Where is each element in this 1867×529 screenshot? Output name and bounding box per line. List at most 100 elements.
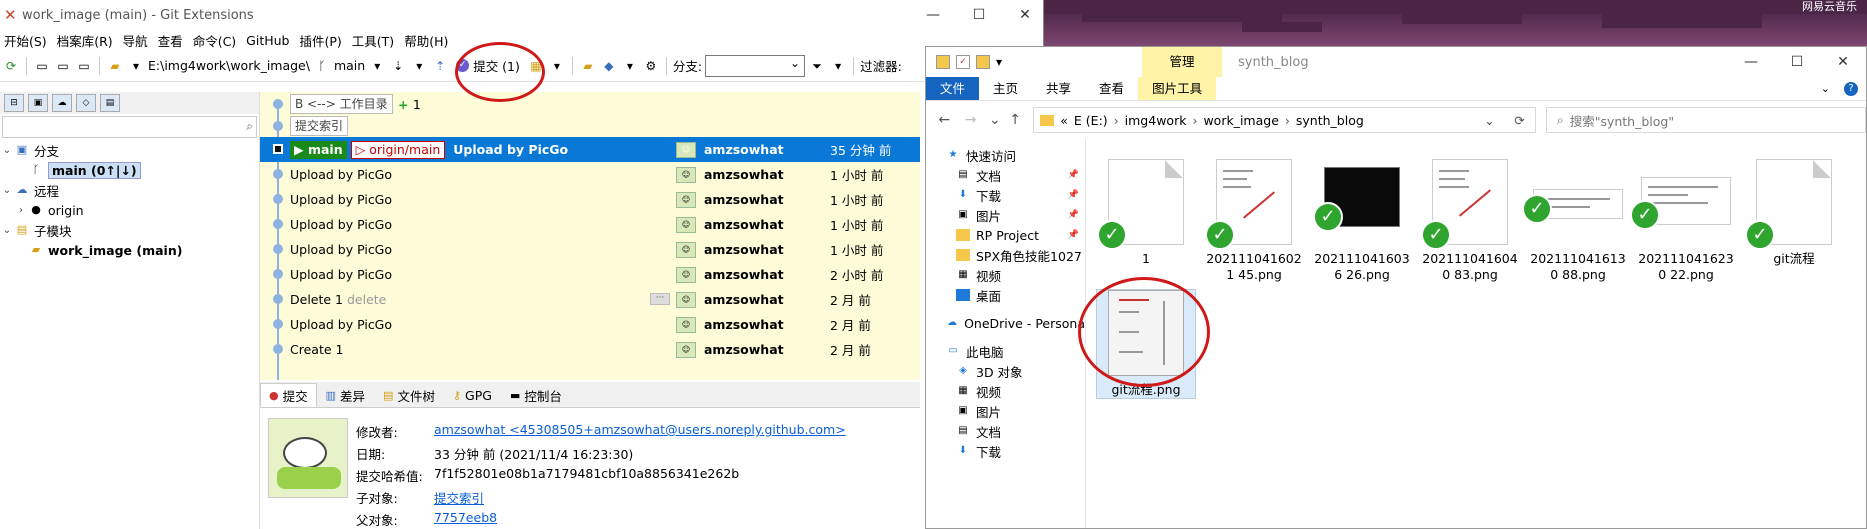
tree-branches[interactable]: ⌄ ▣ 分支 xyxy=(0,140,259,160)
tree-remote-origin[interactable]: › ● origin xyxy=(0,200,259,220)
tree-remotes[interactable]: ⌄ ☁ 远程 xyxy=(0,180,259,200)
nav-downloads[interactable]: ⬇ 下载 xyxy=(926,441,1085,461)
menu-navigate[interactable]: 导航 xyxy=(121,31,156,50)
folder-icon[interactable] xyxy=(936,55,950,69)
layout-3-icon[interactable]: ▭ xyxy=(75,58,93,74)
nav-documents[interactable]: ▤ 文档 xyxy=(926,421,1085,441)
nav-desktop[interactable]: 桌面 xyxy=(926,285,1085,305)
menu-plugins[interactable]: 插件(P) xyxy=(298,31,350,50)
minimize-icon[interactable]: — xyxy=(910,7,956,23)
refresh-icon[interactable]: ⟳ xyxy=(2,58,20,74)
nav-videos[interactable]: ▦ 视频 xyxy=(926,381,1085,401)
address-bar[interactable]: « E (E:) › img4work › work_image › synth… xyxy=(1033,107,1536,133)
chevron-down-icon[interactable]: ⌄ xyxy=(1484,113,1494,128)
gear-icon[interactable]: ⚙ xyxy=(642,58,660,74)
show-submodules-icon[interactable]: ▤ xyxy=(100,94,120,112)
address-segment[interactable]: work_image xyxy=(1203,113,1278,128)
tab-diff[interactable]: ▥ 差异 xyxy=(317,383,374,407)
folder-open-icon[interactable]: ▰ xyxy=(106,58,124,74)
commit-row[interactable]: Upload by PicGo ☺ amzsowhat 2 月 前 xyxy=(260,312,920,337)
branch-filter-combo[interactable] xyxy=(705,54,806,77)
nav-videos[interactable]: ▦ 视频 xyxy=(926,265,1085,285)
menu-help[interactable]: 帮助(H) xyxy=(402,31,456,50)
collapse-icon[interactable]: ⊟ xyxy=(4,94,24,112)
push-icon[interactable]: ⇡ xyxy=(431,58,449,74)
tab-commit[interactable]: ● 提交 xyxy=(260,383,317,407)
detail-parent-link[interactable]: 7757eeb8 xyxy=(434,510,497,529)
help-icon[interactable]: ? xyxy=(1844,81,1858,96)
file-item[interactable]: ✓ 1 xyxy=(1096,159,1196,267)
chevron-down-icon[interactable]: ▾ xyxy=(829,58,847,74)
branch-tag[interactable]: ▶ main xyxy=(290,140,347,159)
address-segment[interactable]: synth_blog xyxy=(1296,113,1364,128)
detail-author-link[interactable]: amzsowhat <45308505+amzsowhat@users.nore… xyxy=(434,422,846,442)
commit-row[interactable]: Create 1 ☺ amzsowhat 2 月 前 xyxy=(260,337,920,362)
maximize-icon[interactable]: ☐ xyxy=(956,7,1002,23)
maximize-icon[interactable]: ☐ xyxy=(1774,54,1820,70)
forward-arrow-icon[interactable]: → xyxy=(962,112,978,128)
current-branch[interactable]: main xyxy=(334,58,365,73)
nav-documents[interactable]: ▤ 文档 📌 xyxy=(926,165,1085,185)
explorer-search-input[interactable]: ⌕ 搜索"synth_blog" xyxy=(1545,107,1866,133)
chevron-down-icon[interactable]: ⌄ xyxy=(0,185,14,196)
nav-downloads[interactable]: ⬇ 下载 📌 xyxy=(926,185,1085,205)
file-item[interactable]: ✓ 2021110416021 45.png xyxy=(1204,159,1304,283)
commit-row[interactable]: Upload by PicGo ☺ amzsowhat 1 小时 前 xyxy=(260,237,920,262)
detail-child-link[interactable]: 提交索引 xyxy=(434,488,484,508)
menu-commands[interactable]: 命令(C) xyxy=(191,31,244,50)
address-segment[interactable]: img4work xyxy=(1125,113,1187,128)
tree-search-input[interactable]: ⌕ xyxy=(2,116,257,138)
tab-console[interactable]: ▬ 控制台 xyxy=(501,383,571,407)
menu-start[interactable]: 开始(S) xyxy=(2,31,55,50)
index-row[interactable]: 提交索引 xyxy=(260,114,920,139)
fetch-icon[interactable]: ⇣ xyxy=(389,58,407,74)
tab-gpg[interactable]: ⚷ GPG xyxy=(444,383,501,407)
close-icon[interactable]: ✕ xyxy=(1820,54,1866,70)
properties-icon[interactable]: ✓ xyxy=(956,55,970,69)
commit-row[interactable]: ▶ main ▷ origin/main Upload by PicGo ☺ amz… xyxy=(260,137,920,162)
commit-row[interactable]: Upload by PicGo ☺ amzsowhat 1 小时 前 xyxy=(260,162,920,187)
chevron-right-icon[interactable]: › xyxy=(14,205,28,216)
commit-row[interactable]: Upload by PicGo ☺ amzsowhat 1 小时 前 xyxy=(260,212,920,237)
desktop-app-label[interactable]: 网易云音乐 xyxy=(1802,0,1857,14)
commit-row[interactable]: Upload by PicGo ☺ amzsowhat 1 小时 前 xyxy=(260,187,920,212)
commit-row[interactable]: Upload by PicGo ☺ amzsowhat 2 小时 前 xyxy=(260,262,920,287)
file-item-selected[interactable]: git流程.png xyxy=(1096,289,1196,399)
tab-file-tree[interactable]: ▤ 文件树 xyxy=(374,383,444,407)
file-item[interactable]: ✓ 2021110416230 22.png xyxy=(1630,159,1736,283)
layout-1-icon[interactable]: ▭ xyxy=(33,58,51,74)
close-icon[interactable]: ✕ xyxy=(1002,7,1043,23)
file-item[interactable]: ✓ 2021110416036 26.png xyxy=(1312,159,1412,283)
ribbon-tab-share[interactable]: 共享 xyxy=(1032,77,1085,100)
ribbon-tab-file[interactable]: 文件 xyxy=(926,77,980,100)
repo-path[interactable]: E:\img4work\work_image\ xyxy=(148,58,310,73)
tree-branch-main[interactable]: ᚴ main (0↑|↓) xyxy=(0,160,259,180)
chevron-down-icon[interactable]: ▾ xyxy=(548,58,566,74)
show-remotes-icon[interactable]: ☁ xyxy=(52,94,72,112)
chevron-down-icon[interactable]: ⌄ xyxy=(989,112,1001,128)
commit-button[interactable]: ✓ 提交 (1) xyxy=(452,56,524,75)
nav-pictures[interactable]: ▣ 图片 xyxy=(926,401,1085,421)
nav-3d-objects[interactable]: ◈ 3D 对象 xyxy=(926,361,1085,381)
commit-row[interactable]: Delete 1 delete ··· ☺ amzsowhat 2 月 前 xyxy=(260,287,920,312)
chevron-down-icon[interactable]: ▾ xyxy=(368,58,386,74)
tree-submodules[interactable]: ⌄ ▤ 子模块 xyxy=(0,220,259,240)
layout-2-icon[interactable]: ▭ xyxy=(54,58,72,74)
ribbon-tab-view[interactable]: 查看 xyxy=(1085,77,1138,100)
filter-icon[interactable]: ⏷ xyxy=(808,58,826,74)
stash-icon[interactable]: ▦ xyxy=(527,58,545,74)
tree-submodule-item[interactable]: ▰ work_image (main) xyxy=(0,240,259,260)
nav-pictures[interactable]: ▣ 图片 📌 xyxy=(926,205,1085,225)
chevron-down-icon[interactable]: ⌄ xyxy=(1821,82,1830,95)
chevron-down-icon[interactable]: ▾ xyxy=(996,55,1002,69)
new-folder-icon[interactable] xyxy=(976,55,990,69)
nav-this-pc[interactable]: ▭ 此电脑 xyxy=(926,341,1085,361)
more-info-icon[interactable]: ··· xyxy=(650,293,670,305)
address-drive[interactable]: E (E:) xyxy=(1074,113,1108,128)
menu-repository[interactable]: 档案库(R) xyxy=(55,31,121,50)
nav-rp-project[interactable]: RP Project 📌 xyxy=(926,225,1085,245)
menu-view[interactable]: 查看 xyxy=(156,31,191,50)
folder-icon[interactable]: ▰ xyxy=(579,58,597,74)
nav-spx-folder[interactable]: SPX角色技能1027 xyxy=(926,245,1085,265)
menu-tools[interactable]: 工具(T) xyxy=(350,31,402,50)
